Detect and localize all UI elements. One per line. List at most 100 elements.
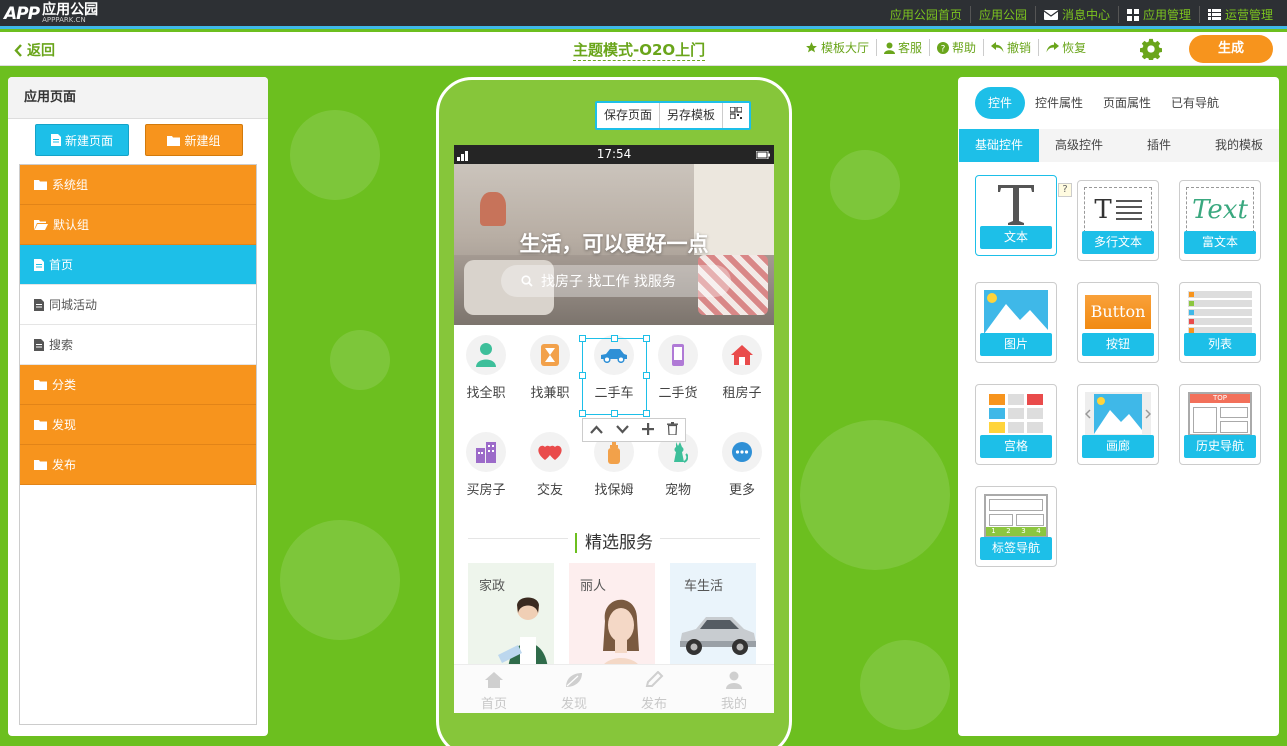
save-page-button[interactable]: 保存页面 <box>597 103 659 128</box>
top-nav: 应用公园首页 应用公园 消息中心 应用管理 运营管理 <box>882 0 1281 29</box>
page-item-local-events[interactable]: 同城活动 <box>20 285 256 325</box>
battery-icon <box>756 151 770 159</box>
tab-nav-art-number: 2 <box>1006 527 1011 535</box>
nav-apppark-link[interactable]: 应用公园 <box>969 6 1035 23</box>
delete-widget-button[interactable] <box>667 422 679 438</box>
editor-toolbar: 返回 主题模式-O2O上门 模板大厅 客服 ? 帮助 撤销 恢复 生成 <box>0 32 1287 66</box>
widgets-panel: 控件 控件属性 页面属性 已有导航 基础控件 高级控件 插件 我的模板 文本 T… <box>958 77 1279 736</box>
phone-toolbar: 保存页面 另存模板 <box>595 101 752 130</box>
tab-existing-navigation[interactable]: 已有导航 <box>1161 87 1229 119</box>
tab-publish[interactable]: 发布 <box>614 670 694 712</box>
chevron-up-icon <box>589 425 603 434</box>
page-group-default[interactable]: 默认组 <box>20 205 256 245</box>
bottle-icon <box>608 440 620 464</box>
nav-home-link[interactable]: 应用公园首页 <box>882 6 970 23</box>
text-t-icon <box>998 185 1034 225</box>
page-group-discover[interactable]: 发现 <box>20 405 256 445</box>
widget-button[interactable]: Button 按钮 <box>1077 282 1159 363</box>
icon-dating[interactable]: 交友 <box>518 432 582 498</box>
grid-icon <box>1126 8 1139 21</box>
widget-image[interactable]: 图片 <box>975 282 1057 363</box>
hero-banner[interactable]: 生活，可以更好一点 找房子 找工作 找服务 <box>454 164 774 325</box>
new-page-button[interactable]: 新建页面 <box>35 124 129 156</box>
icon-rent-house[interactable]: 租房子 <box>710 335 774 401</box>
back-button[interactable]: 返回 <box>14 40 55 60</box>
page-item-search[interactable]: 搜索 <box>20 325 256 365</box>
resize-handle[interactable] <box>579 410 586 417</box>
resize-handle[interactable] <box>579 372 586 379</box>
template-hall-button[interactable]: 模板大厅 <box>798 39 876 56</box>
subtab-advanced-controls[interactable]: 高级控件 <box>1039 129 1119 162</box>
signal-icon <box>457 151 468 161</box>
resize-handle[interactable] <box>611 410 618 417</box>
subtab-plugins[interactable]: 插件 <box>1119 129 1199 162</box>
widget-list[interactable]: 列表 <box>1179 282 1261 363</box>
page-group-category[interactable]: 分类 <box>20 365 256 405</box>
building-icon <box>476 442 496 463</box>
undo-icon <box>991 42 1004 53</box>
tab-mine[interactable]: 我的 <box>694 671 774 712</box>
folder-icon <box>34 460 47 470</box>
tab-controls[interactable]: 控件 <box>975 87 1026 119</box>
tab-control-properties[interactable]: 控件属性 <box>1025 87 1093 119</box>
add-widget-button[interactable] <box>642 422 655 438</box>
tab-discover[interactable]: 发现 <box>534 671 614 712</box>
help-tooltip-icon[interactable]: ? <box>1058 183 1072 197</box>
nav-operations-link[interactable]: 运营管理 <box>1198 6 1281 23</box>
icon-part-time-job[interactable]: 找兼职 <box>518 335 582 401</box>
resize-handle[interactable] <box>643 335 650 342</box>
move-down-button[interactable] <box>616 423 629 437</box>
service-card-housekeeping[interactable]: 家政 <box>468 563 554 673</box>
widget-tab-navigation[interactable]: 1 2 3 4 标签导航 <box>975 486 1057 567</box>
resize-handle[interactable] <box>579 335 586 342</box>
image-icon <box>984 290 1048 334</box>
widget-rich-text[interactable]: Text 富文本 <box>1179 180 1261 261</box>
widget-gallery[interactable]: 画廊 <box>1077 384 1159 465</box>
tab-home[interactable]: 首页 <box>454 671 534 712</box>
hero-search-input[interactable]: 找房子 找工作 找服务 <box>501 265 731 297</box>
save-as-template-button[interactable]: 另存模板 <box>659 103 722 128</box>
resize-handle[interactable] <box>643 410 650 417</box>
undo-button[interactable]: 撤销 <box>983 39 1038 56</box>
move-up-button[interactable] <box>589 423 603 437</box>
new-group-button[interactable]: 新建组 <box>145 124 243 156</box>
resize-handle[interactable] <box>643 372 650 379</box>
widget-text[interactable]: 文本 <box>975 175 1057 256</box>
subtab-my-templates[interactable]: 我的模板 <box>1199 129 1279 162</box>
qr-code-button[interactable] <box>722 103 749 128</box>
generate-button[interactable]: 生成 <box>1189 35 1273 63</box>
customer-service-button[interactable]: 客服 <box>876 39 929 56</box>
widget-history-navigation[interactable]: TOP 历史导航 <box>1179 384 1261 465</box>
widget-multiline-text[interactable]: T 多行文本 <box>1077 180 1159 261</box>
qr-code-icon <box>729 106 743 120</box>
icon-more[interactable]: 更多 <box>710 432 774 498</box>
nav-app-manage-link[interactable]: 应用管理 <box>1117 6 1199 23</box>
envelope-icon <box>1043 9 1058 20</box>
nav-messages-link[interactable]: 消息中心 <box>1034 6 1118 23</box>
folder-icon <box>34 420 47 430</box>
plus-icon <box>642 422 655 435</box>
resize-handle[interactable] <box>611 335 618 342</box>
page-group-system[interactable]: 系统组 <box>20 165 256 205</box>
icon-full-time-job[interactable]: 找全职 <box>454 335 518 401</box>
service-card-car-life[interactable]: 车生活 <box>670 563 756 673</box>
file-icon <box>34 258 44 271</box>
page-item-home[interactable]: 首页 <box>20 245 256 285</box>
app-logo[interactable]: APP 应用公园 APPPARK.CN <box>4 3 98 24</box>
service-card-beauty[interactable]: 丽人 <box>569 563 655 673</box>
icon-buy-house[interactable]: 买房子 <box>454 432 518 498</box>
settings-button[interactable] <box>1139 38 1163 63</box>
tab-page-properties[interactable]: 页面属性 <box>1093 87 1161 119</box>
subtab-basic-controls[interactable]: 基础控件 <box>959 129 1039 162</box>
icon-second-hand-goods[interactable]: 二手货 <box>646 335 710 401</box>
page-group-publish[interactable]: 发布 <box>20 445 256 485</box>
selected-widget-outline[interactable] <box>582 338 647 415</box>
widget-grid[interactable]: 宫格 <box>975 384 1057 465</box>
page-title[interactable]: 主题模式-O2O上门 <box>573 39 706 61</box>
folder-icon <box>34 180 47 190</box>
pencil-icon <box>645 670 664 687</box>
help-button[interactable]: ? 帮助 <box>929 39 983 56</box>
redo-button[interactable]: 恢复 <box>1038 39 1093 56</box>
lamp-illustration <box>480 192 506 226</box>
list-icon <box>1207 9 1221 20</box>
